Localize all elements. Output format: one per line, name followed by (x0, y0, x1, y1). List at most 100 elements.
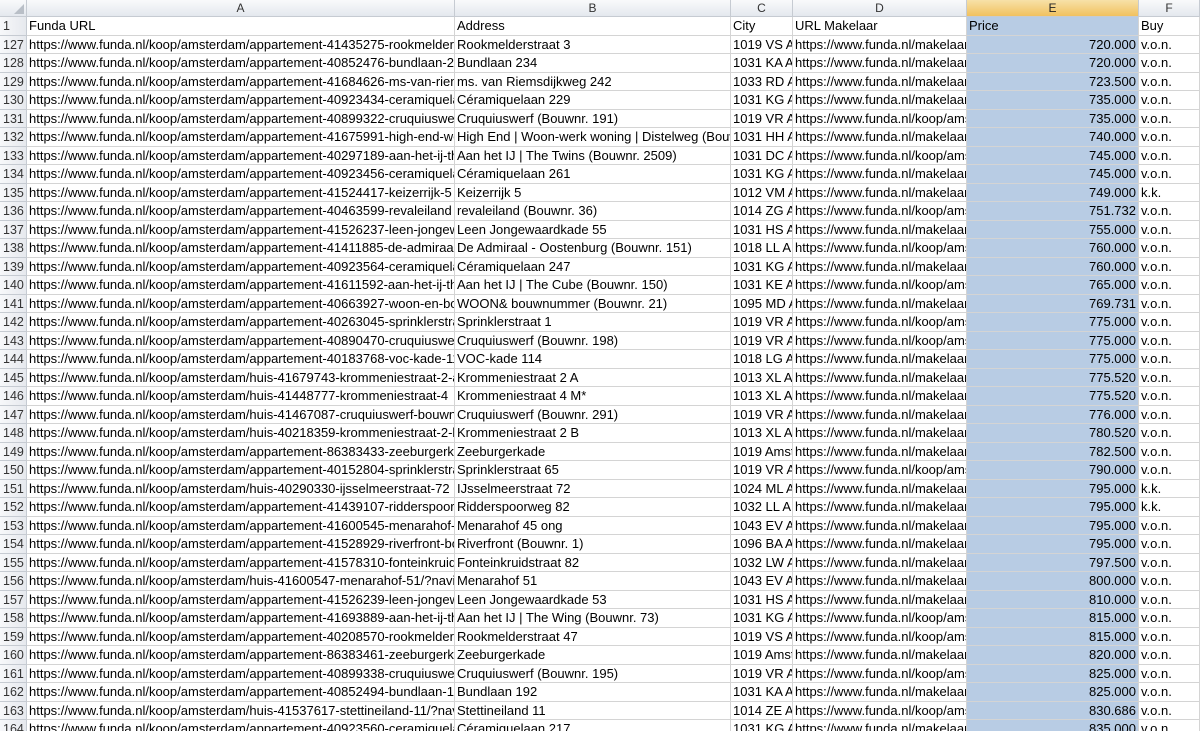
cell-funda-url[interactable]: https://www.funda.nl/koop/amsterdam/appa… (27, 350, 455, 369)
cell-buy[interactable]: v.o.n. (1139, 387, 1200, 406)
cell-address[interactable]: Céramiquelaan 261 (455, 165, 731, 184)
cell-buy[interactable]: v.o.n. (1139, 91, 1200, 110)
cell-buy[interactable]: v.o.n. (1139, 276, 1200, 295)
cell-buy[interactable]: v.o.n. (1139, 368, 1200, 387)
cell-buy[interactable]: v.o.n. (1139, 165, 1200, 184)
cell-buy[interactable]: k.k. (1139, 183, 1200, 202)
cell-address[interactable]: Cruquiuswerf (Bouwnr. 191) (455, 109, 731, 128)
row-number[interactable]: 135 (0, 183, 27, 202)
cell-address[interactable]: Céramiquelaan 247 (455, 257, 731, 276)
cell-address[interactable]: Cruquiuswerf (Bouwnr. 195) (455, 664, 731, 683)
cell-price[interactable]: 782.500 (967, 442, 1139, 461)
cell-buy[interactable]: v.o.n. (1139, 294, 1200, 313)
cell-buy[interactable]: v.o.n. (1139, 535, 1200, 554)
cell-url-makelaar[interactable]: https://www.funda.nl/koop/amsterdam (793, 109, 967, 128)
cell-address[interactable]: WOON& bouwnummer (Bouwnr. 21) (455, 294, 731, 313)
cell-funda-url[interactable]: https://www.funda.nl/koop/amsterdam/appa… (27, 664, 455, 683)
cell-city[interactable]: 1031 KA Amsterdam (731, 683, 793, 702)
cell-price[interactable]: 795.000 (967, 479, 1139, 498)
cell-funda-url[interactable]: https://www.funda.nl/koop/amsterdam/appa… (27, 553, 455, 572)
row-number[interactable]: 133 (0, 146, 27, 165)
cell-buy[interactable]: v.o.n. (1139, 461, 1200, 480)
cell-address[interactable]: Rookmelderstraat 3 (455, 35, 731, 54)
row-number[interactable]: 146 (0, 387, 27, 406)
cell-address[interactable]: Céramiquelaan 217 (455, 720, 731, 731)
cell-price[interactable]: 720.000 (967, 54, 1139, 73)
cell-url-makelaar[interactable]: https://www.funda.nl/makelaars (793, 646, 967, 665)
cell-city[interactable]: 1043 EV Amsterdam (731, 572, 793, 591)
cell-address[interactable]: Bundlaan 192 (455, 683, 731, 702)
cell-address[interactable]: Aan het IJ | The Wing (Bouwnr. 73) (455, 609, 731, 628)
cell-address[interactable]: Stettineiland 11 (455, 701, 731, 720)
cell-city[interactable]: 1096 BA Amsterdam (731, 535, 793, 554)
row-number[interactable]: 158 (0, 609, 27, 628)
cell-address[interactable]: Aan het IJ | The Cube (Bouwnr. 150) (455, 276, 731, 295)
cell-address[interactable]: Krommeniestraat 2 A (455, 368, 731, 387)
cell-city[interactable]: 1031 KG Amsterdam (731, 91, 793, 110)
cell-city[interactable]: 1095 MD Amsterdam (731, 294, 793, 313)
cell-price[interactable]: 775.000 (967, 350, 1139, 369)
cell-url-makelaar[interactable]: https://www.funda.nl/koop/amsterdam (793, 202, 967, 221)
cell-address[interactable]: Krommeniestraat 2 B (455, 424, 731, 443)
header-cell-price[interactable]: Price (967, 17, 1139, 36)
cell-city[interactable]: 1019 VS Amsterdam (731, 35, 793, 54)
cell-buy[interactable]: v.o.n. (1139, 720, 1200, 731)
cell-buy[interactable]: v.o.n. (1139, 590, 1200, 609)
cell-url-makelaar[interactable]: https://www.funda.nl/koop/amsterdam (793, 627, 967, 646)
cell-city[interactable]: 1019 VR Amsterdam (731, 109, 793, 128)
cell-url-makelaar[interactable]: https://www.funda.nl/makelaars (793, 54, 967, 73)
cell-funda-url[interactable]: https://www.funda.nl/koop/amsterdam/appa… (27, 54, 455, 73)
cell-price[interactable]: 820.000 (967, 646, 1139, 665)
header-cell-buy[interactable]: Buy (1139, 17, 1200, 36)
row-number[interactable]: 152 (0, 498, 27, 517)
cell-url-makelaar[interactable]: https://www.funda.nl/makelaars (793, 165, 967, 184)
cell-url-makelaar[interactable]: https://www.funda.nl/makelaars (793, 183, 967, 202)
cell-url-makelaar[interactable]: https://www.funda.nl/makelaars (793, 479, 967, 498)
cell-url-makelaar[interactable]: https://www.funda.nl/makelaars (793, 572, 967, 591)
row-number[interactable]: 157 (0, 590, 27, 609)
cell-url-makelaar[interactable]: https://www.funda.nl/makelaars (793, 128, 967, 147)
cell-city[interactable]: 1043 EV Amsterdam (731, 516, 793, 535)
cell-buy[interactable]: v.o.n. (1139, 701, 1200, 720)
row-number[interactable]: 163 (0, 701, 27, 720)
cell-address[interactable]: High End | Woon-werk woning | Distelweg … (455, 128, 731, 147)
cell-price[interactable]: 775.000 (967, 313, 1139, 332)
cell-city[interactable]: 1014 ZG Amsterdam (731, 202, 793, 221)
cell-price[interactable]: 723.500 (967, 72, 1139, 91)
cell-funda-url[interactable]: https://www.funda.nl/koop/amsterdam/appa… (27, 498, 455, 517)
row-number[interactable]: 162 (0, 683, 27, 702)
row-number[interactable]: 128 (0, 54, 27, 73)
cell-url-makelaar[interactable]: https://www.funda.nl/makelaars (793, 72, 967, 91)
cell-city[interactable]: 1013 XL Amsterdam (731, 387, 793, 406)
column-header-d[interactable]: D (793, 0, 967, 17)
cell-funda-url[interactable]: https://www.funda.nl/koop/amsterdam/huis… (27, 368, 455, 387)
column-header-c[interactable]: C (731, 0, 793, 17)
cell-buy[interactable]: v.o.n. (1139, 331, 1200, 350)
cell-city[interactable]: 1033 RD Amsterdam (731, 72, 793, 91)
row-number[interactable]: 139 (0, 257, 27, 276)
cell-buy[interactable]: v.o.n. (1139, 350, 1200, 369)
cell-city[interactable]: 1032 LL Amsterdam (731, 498, 793, 517)
row-number[interactable]: 130 (0, 91, 27, 110)
cell-price[interactable]: 765.000 (967, 276, 1139, 295)
cell-price[interactable]: 775.000 (967, 331, 1139, 350)
cell-city[interactable]: 1019 VR Amsterdam (731, 664, 793, 683)
cell-city[interactable]: 1031 KG Amsterdam (731, 720, 793, 731)
cell-price[interactable]: 755.000 (967, 220, 1139, 239)
cell-url-makelaar[interactable]: https://www.funda.nl/koop/amsterdam (793, 239, 967, 258)
cell-price[interactable]: 776.000 (967, 405, 1139, 424)
row-number[interactable]: 156 (0, 572, 27, 591)
cell-url-makelaar[interactable]: https://www.funda.nl/makelaars (793, 720, 967, 731)
cell-funda-url[interactable]: https://www.funda.nl/koop/amsterdam/appa… (27, 461, 455, 480)
cell-address[interactable]: ms. van Riemsdijkweg 242 (455, 72, 731, 91)
cell-price[interactable]: 835.000 (967, 720, 1139, 731)
cell-url-makelaar[interactable]: https://www.funda.nl/makelaars (793, 590, 967, 609)
row-number[interactable]: 145 (0, 368, 27, 387)
cell-price[interactable]: 775.520 (967, 387, 1139, 406)
cell-city[interactable]: 1032 LW Amsterdam (731, 553, 793, 572)
cell-buy[interactable]: v.o.n. (1139, 257, 1200, 276)
cell-funda-url[interactable]: https://www.funda.nl/koop/amsterdam/appa… (27, 165, 455, 184)
cell-address[interactable]: Krommeniestraat 4 M* (455, 387, 731, 406)
cell-url-makelaar[interactable]: https://www.funda.nl/makelaars (793, 91, 967, 110)
cell-city[interactable]: 1031 DC Amsterdam (731, 146, 793, 165)
